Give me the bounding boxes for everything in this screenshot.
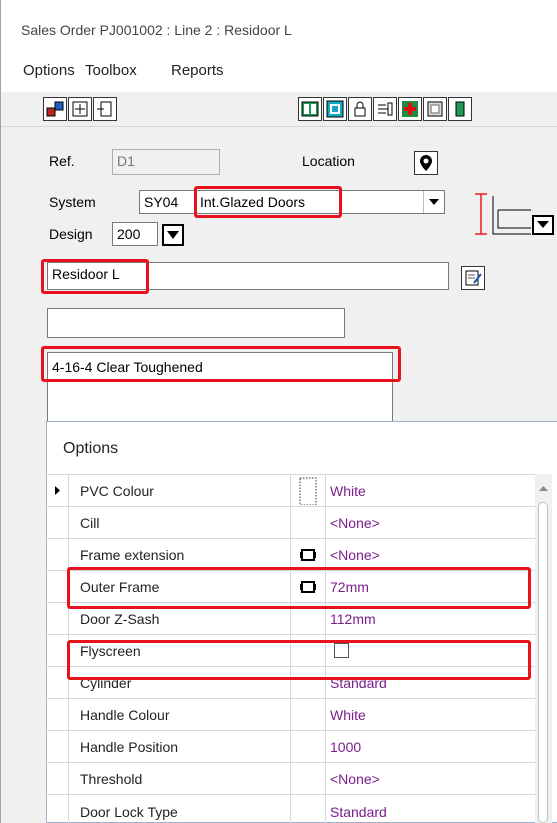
location-label: Location [302,153,355,169]
options-row-frame-extension[interactable]: Frame extension <None> [46,538,535,570]
edit-notes-icon[interactable] [461,266,485,290]
options-row-cill[interactable]: Cill <None> [46,506,535,538]
options-row-door-z-sash[interactable]: Door Z-Sash 112mm [46,602,535,634]
option-value[interactable]: 112mm [330,611,376,627]
option-name: Door Z-Sash [80,611,160,627]
row-indicator [46,603,69,634]
sash-icon[interactable] [93,97,117,121]
row-indicator [46,699,69,730]
frame-profile-icon[interactable] [471,188,557,240]
row-indicator [46,571,69,602]
option-value[interactable]: <None> [330,515,380,531]
glazing-icon[interactable] [323,97,347,121]
options-row-pvc-colour[interactable]: PVC Colour White [46,474,535,506]
options-row-flyscreen[interactable]: Flyscreen [46,634,535,666]
ref-label: Ref. [49,153,75,169]
options-row-door-lock-type[interactable]: Door Lock Type Standard [46,794,535,823]
option-value[interactable]: Standard [330,804,387,820]
options-row-handle-position[interactable]: Handle Position 1000 [46,730,535,762]
options-row-handle-colour[interactable]: Handle Colour White [46,698,535,730]
design-dropdown-icon[interactable] [162,224,184,246]
option-name: Door Lock Type [80,804,178,820]
scrollbar-thumb[interactable] [538,502,548,823]
frame-icon [290,539,326,570]
option-name: Handle Position [80,739,179,755]
option-name: PVC Colour [80,483,154,499]
design-field[interactable]: 200 [112,222,158,246]
panel-icon[interactable] [423,97,447,121]
double-door-icon[interactable] [298,97,322,121]
checkbox-icon[interactable] [334,643,349,658]
dotted-box-icon [290,475,326,506]
product-name-field[interactable]: Residoor L [47,262,449,290]
empty-cell [290,795,326,823]
sales-order-line-window: Sales Order PJ001002 : Line 2 : Residoor… [0,0,557,823]
multi-panel-icon[interactable] [43,97,67,121]
row-indicator [46,507,69,538]
option-value[interactable]: 72mm [330,579,369,595]
option-name: Outer Frame [80,579,160,595]
extra-tool-icon[interactable] [448,97,472,121]
lock-icon[interactable] [348,97,372,121]
menu-reports[interactable]: Reports [171,62,224,79]
empty-cell [290,667,326,698]
row-indicator [46,475,69,506]
row-indicator [46,763,69,794]
scroll-up-icon[interactable] [538,480,549,491]
option-name: Handle Colour [80,707,170,723]
empty-cell [290,763,326,794]
cross-icon[interactable] [398,97,422,121]
options-row-threshold[interactable]: Threshold <None> [46,762,535,794]
window-title: Sales Order PJ001002 : Line 2 : Residoor… [21,22,292,38]
option-name: Flyscreen [80,643,141,659]
menu-options[interactable]: Options [23,62,75,79]
option-name: Frame extension [80,547,185,563]
design-label: Design [49,226,93,242]
chevron-down-icon[interactable] [423,191,444,213]
option-name: Threshold [80,771,143,787]
empty-cell [290,731,326,762]
title-bar: Sales Order PJ001002 : Line 2 : Residoor… [1,0,557,56]
row-indicator [46,731,69,762]
system-code: SY04 [144,194,179,210]
option-value[interactable]: 1000 [330,739,361,755]
option-value[interactable]: Standard [330,675,387,691]
empty-cell [290,507,326,538]
options-row-outer-frame[interactable]: Outer Frame 72mm [46,570,535,602]
reference-note-field[interactable] [47,308,345,338]
row-indicator [46,667,69,698]
options-title: Options [63,440,119,457]
glass-description-field[interactable]: 4-16-4 Clear Toughened [47,352,393,422]
menu-toolbox[interactable]: Toolbox [85,62,137,79]
option-value[interactable]: White [330,707,366,723]
empty-cell [290,699,326,730]
system-select[interactable]: SY04 Int.Glazed Doors [139,190,445,214]
option-value[interactable]: <None> [330,547,380,563]
option-value[interactable]: <None> [330,771,380,787]
empty-cell [290,603,326,634]
grid-frame-icon[interactable] [68,97,92,121]
empty-cell [290,635,326,666]
option-value[interactable]: White [330,483,366,499]
system-label: System [49,194,96,210]
option-name: Cylinder [80,675,132,691]
options-row-cylinder[interactable]: Cylinder Standard [46,666,535,698]
system-name: Int.Glazed Doors [200,194,306,210]
location-pin-icon[interactable] [414,151,438,175]
option-name: Cill [80,515,100,531]
ref-field: D1 [112,149,220,175]
row-indicator [46,539,69,570]
row-indicator [46,635,69,666]
handle-icon[interactable] [373,97,397,121]
frame-icon [290,571,326,602]
row-indicator [46,795,69,823]
